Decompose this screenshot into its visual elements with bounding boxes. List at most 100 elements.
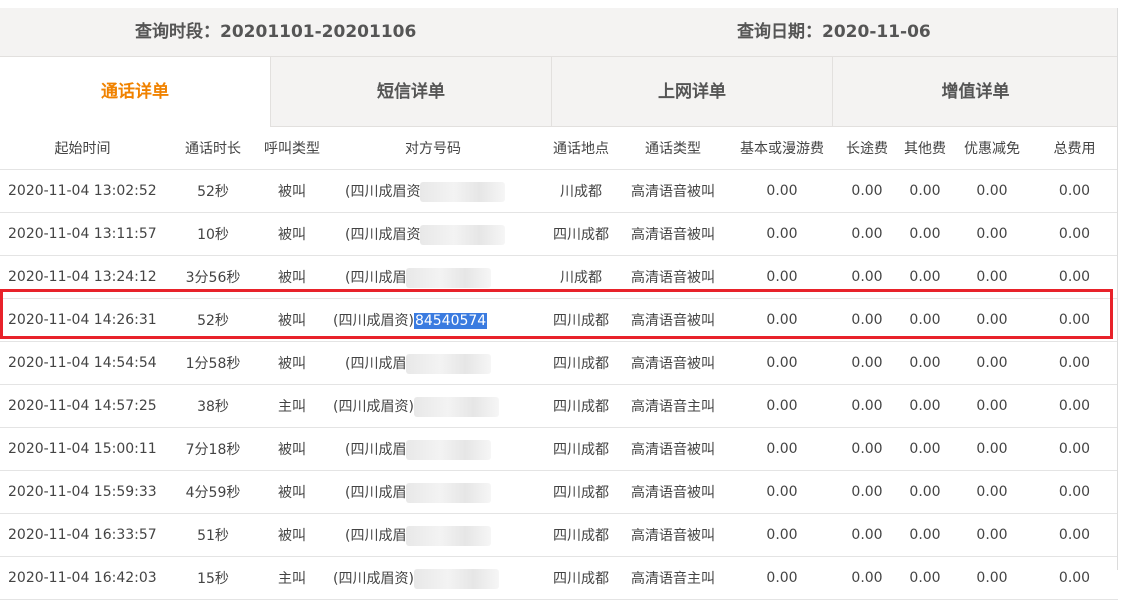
redacted-number — [406, 482, 492, 503]
long-distance-fee: 0.00 — [837, 341, 897, 385]
other-party-number: (四川成眉 — [323, 255, 543, 299]
number-prefix: (四川成眉 — [345, 484, 407, 501]
long-distance-fee: 0.00 — [837, 384, 897, 428]
call-location: 川成都 — [543, 169, 619, 213]
number-prefix: (四川成眉资 — [345, 226, 421, 243]
call-category: 高清语音主叫 — [619, 556, 727, 600]
tab-call-detail[interactable]: 通话详单 — [0, 57, 270, 127]
other-party-number: (四川成眉 — [323, 427, 543, 471]
query-info-bar: 查询时段：20201101-20201106 查询日期：2020-11-06 — [0, 8, 1118, 57]
redacted-number — [406, 525, 492, 546]
total-fee: 0.00 — [1031, 341, 1118, 385]
base-fee: 0.00 — [727, 298, 837, 342]
call-type: 被叫 — [261, 169, 323, 213]
total-fee: 0.00 — [1031, 556, 1118, 600]
column-header: 通话地点 — [543, 127, 619, 170]
redacted-number — [406, 353, 492, 374]
other-party-number: (四川成眉资) — [323, 384, 543, 428]
duration: 38秒 — [165, 384, 261, 428]
redacted-number — [406, 267, 492, 288]
call-location: 四川成都 — [543, 470, 619, 514]
tab-internet-detail[interactable]: 上网详单 — [551, 57, 832, 127]
table-row: 2020-11-04 14:54:54 1分58秒 被叫 (四川成眉 四川成都 高清语音被… — [0, 341, 1118, 385]
long-distance-fee: 0.00 — [837, 427, 897, 471]
other-fee: 0.00 — [897, 298, 953, 342]
other-party-number: (四川成眉 — [323, 470, 543, 514]
total-fee: 0.00 — [1031, 255, 1118, 299]
number-prefix: (四川成眉 — [345, 527, 407, 544]
base-fee: 0.00 — [727, 169, 837, 213]
base-fee: 0.00 — [727, 384, 837, 428]
column-header: 起始时间 — [0, 127, 165, 170]
redacted-number — [413, 568, 499, 589]
other-fee: 0.00 — [897, 470, 953, 514]
column-header: 优惠减免 — [953, 127, 1031, 170]
base-fee: 0.00 — [727, 427, 837, 471]
duration: 7分18秒 — [165, 427, 261, 471]
tab-sms-detail[interactable]: 短信详单 — [270, 57, 551, 127]
discount: 0.00 — [953, 255, 1031, 299]
table-row: 2020-11-04 16:33:57 51秒 被叫 (四川成眉 四川成都 高清语音被叫 0… — [0, 513, 1118, 557]
discount: 0.00 — [953, 556, 1031, 600]
long-distance-fee: 0.00 — [837, 212, 897, 256]
total-fee: 0.00 — [1031, 427, 1118, 471]
call-location: 四川成都 — [543, 341, 619, 385]
right-border — [1117, 8, 1118, 570]
column-header: 通话时长 — [165, 127, 261, 170]
other-fee: 0.00 — [897, 212, 953, 256]
table-header-row: 起始时间 通话时长 呼叫类型 对方号码 通话地点 通话类型 基本或漫游费 长途费 其他费 优惠减免… — [0, 127, 1118, 170]
total-fee: 0.00 — [1031, 169, 1118, 213]
other-party-number: (四川成眉资 — [323, 169, 543, 213]
call-location: 四川成都 — [543, 556, 619, 600]
column-header: 呼叫类型 — [261, 127, 323, 170]
base-fee: 0.00 — [727, 212, 837, 256]
other-fee: 0.00 — [897, 341, 953, 385]
other-fee: 0.00 — [897, 384, 953, 428]
number-prefix: (四川成眉资) — [333, 313, 414, 329]
column-header: 总费用 — [1031, 127, 1118, 170]
duration: 10秒 — [165, 212, 261, 256]
long-distance-fee: 0.00 — [837, 255, 897, 299]
query-period: 查询时段：20201101-20201106 — [135, 22, 417, 42]
long-distance-fee: 0.00 — [837, 556, 897, 600]
table-row: 2020-11-04 15:59:33 4分59秒 被叫 (四川成眉 四川成都 高清语音被… — [0, 470, 1118, 514]
long-distance-fee: 0.00 — [837, 298, 897, 342]
call-type: 主叫 — [261, 556, 323, 600]
call-category: 高清语音被叫 — [619, 255, 727, 299]
duration: 52秒 — [165, 298, 261, 342]
selected-number[interactable]: 84540574 — [413, 313, 488, 329]
base-fee: 0.00 — [727, 255, 837, 299]
other-fee: 0.00 — [897, 427, 953, 471]
column-header: 长途费 — [837, 127, 897, 170]
total-fee: 0.00 — [1031, 513, 1118, 557]
other-party-number: (四川成眉资)84540574 — [323, 298, 543, 342]
duration: 15秒 — [165, 556, 261, 600]
call-category: 高清语音被叫 — [619, 470, 727, 514]
start-time: 2020-11-04 16:42:03 — [0, 556, 165, 600]
start-time: 2020-11-04 14:26:31 — [0, 298, 165, 342]
other-party-number: (四川成眉资 — [323, 212, 543, 256]
total-fee: 0.00 — [1031, 384, 1118, 428]
start-time: 2020-11-04 15:59:33 — [0, 470, 165, 514]
table-row: 2020-11-04 13:02:52 52秒 被叫 (四川成眉资 川成都 高清语音被叫 0… — [0, 169, 1118, 213]
call-type: 被叫 — [261, 298, 323, 342]
call-location: 川成都 — [543, 255, 619, 299]
other-fee: 0.00 — [897, 556, 953, 600]
other-fee: 0.00 — [897, 169, 953, 213]
discount: 0.00 — [953, 341, 1031, 385]
tab-value-added-detail[interactable]: 增值详单 — [832, 57, 1118, 127]
call-location: 四川成都 — [543, 212, 619, 256]
call-category: 高清语音主叫 — [619, 384, 727, 428]
other-fee: 0.00 — [897, 513, 953, 557]
call-type: 被叫 — [261, 212, 323, 256]
call-location: 四川成都 — [543, 298, 619, 342]
column-header: 其他费 — [897, 127, 953, 170]
call-location: 四川成都 — [543, 384, 619, 428]
long-distance-fee: 0.00 — [837, 169, 897, 213]
call-type: 被叫 — [261, 513, 323, 557]
duration: 51秒 — [165, 513, 261, 557]
duration: 1分58秒 — [165, 341, 261, 385]
discount: 0.00 — [953, 169, 1031, 213]
number-prefix: (四川成眉 — [345, 355, 407, 372]
discount: 0.00 — [953, 212, 1031, 256]
